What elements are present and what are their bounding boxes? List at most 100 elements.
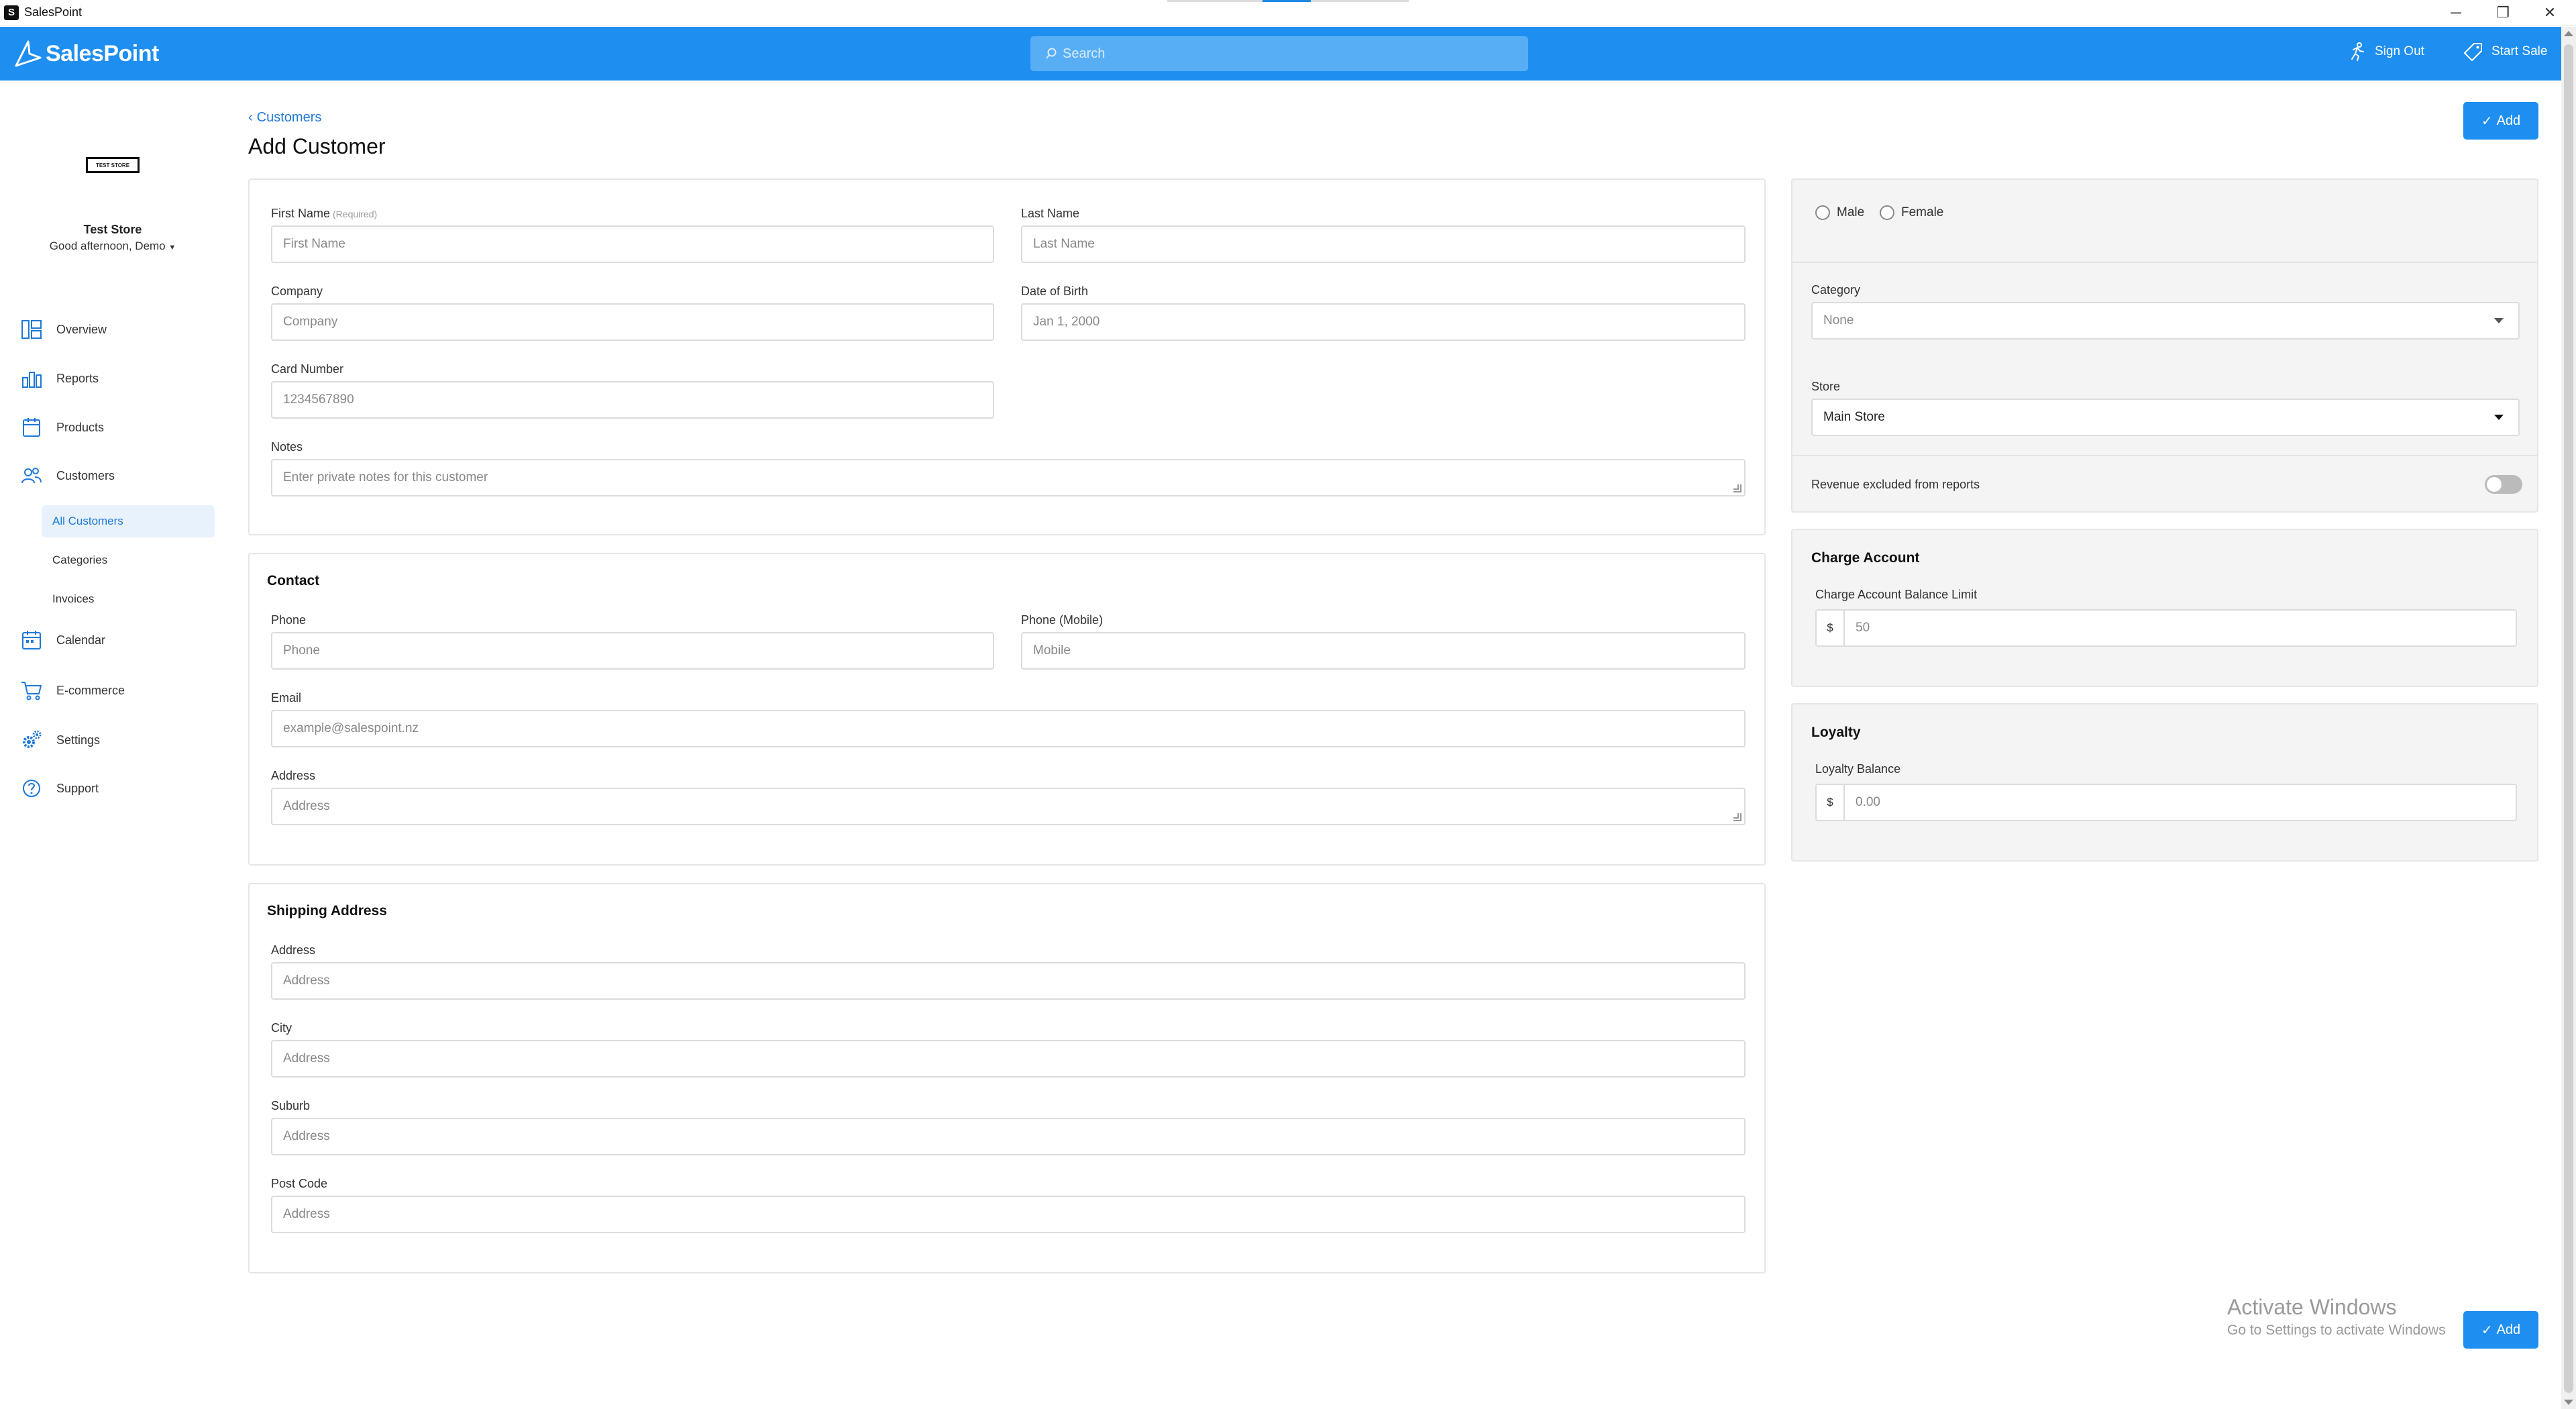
radio-label: Male — [1837, 205, 1865, 219]
overview-icon — [21, 320, 42, 339]
search-icon — [1046, 48, 1057, 59]
gender-female-radio[interactable]: Female — [1880, 205, 1943, 220]
scroll-up-icon[interactable] — [2564, 31, 2573, 36]
notes-label: Notes — [271, 440, 303, 454]
sidebar-item-label: Support — [56, 781, 99, 795]
card-number-input[interactable]: 1234567890 — [271, 381, 994, 419]
sidebar-item-ecommerce[interactable]: E-commerce — [20, 674, 125, 707]
app-icon: S — [4, 5, 19, 20]
minimize-button[interactable]: ─ — [2432, 0, 2479, 25]
radio-circle — [1880, 205, 1894, 220]
company-input[interactable]: Company — [271, 303, 994, 341]
suburb-input[interactable]: Address — [271, 1118, 1746, 1155]
sidebar-item-products[interactable]: Products — [20, 411, 104, 444]
add-button-top[interactable]: ✓ Add — [2463, 102, 2538, 140]
notes-textarea[interactable]: Enter private notes for this customer — [271, 459, 1746, 497]
revenue-excluded-toggle[interactable] — [2485, 475, 2522, 494]
gender-male-radio[interactable]: Male — [1815, 205, 1864, 220]
search-placeholder: Search — [1063, 46, 1106, 61]
charge-account-title: Charge Account — [1811, 550, 1920, 566]
resize-handle-icon[interactable] — [1733, 484, 1741, 492]
reports-icon — [22, 372, 42, 388]
sidebar-item-settings[interactable]: Settings — [20, 723, 100, 757]
check-icon: ✓ — [2481, 113, 2493, 129]
sidebar-item-support[interactable]: Support — [20, 772, 99, 805]
logo-text: SalesPoint — [46, 40, 159, 66]
close-window-button[interactable]: ✕ — [2526, 0, 2573, 25]
subnav-label: Categories — [52, 554, 108, 566]
shipping-address-card: Shipping Address Address Address City Ad… — [248, 883, 1766, 1273]
phone-input[interactable]: Phone — [271, 632, 994, 670]
sidebar-item-customers[interactable]: Customers — [20, 459, 115, 492]
page-title: Add Customer — [248, 134, 386, 158]
sign-out-button[interactable]: Sign Out — [2347, 42, 2424, 62]
add-label: Add — [2496, 1322, 2521, 1337]
charge-limit-input[interactable]: $ 50 — [1815, 609, 2517, 647]
windows-activation-watermark: Activate Windows Go to Settings to activ… — [2227, 1295, 2446, 1339]
store-name: Test Store — [83, 223, 142, 236]
caret-down-icon: ▼ — [168, 244, 176, 252]
chevron-down-icon — [2494, 415, 2504, 420]
customer-details-card: First Name (Required) First Name Last Nam… — [248, 178, 1766, 535]
tag-icon — [2464, 43, 2482, 61]
sidebar-item-reports[interactable]: Reports — [20, 362, 99, 395]
mobile-label: Phone (Mobile) — [1021, 613, 1104, 627]
subnav-categories[interactable]: Categories — [42, 544, 215, 576]
contact-title: Contact — [267, 573, 320, 588]
mobile-input[interactable]: Mobile — [1021, 632, 1746, 670]
sidebar-item-label: Customers — [56, 468, 115, 482]
store-logo: TEST STORE — [86, 157, 140, 173]
sidebar-item-label: Reports — [56, 371, 99, 385]
salespoint-logo-icon — [15, 40, 42, 67]
first-name-input[interactable]: First Name — [271, 225, 994, 263]
address-textarea[interactable]: Address — [271, 788, 1746, 825]
resize-handle-icon[interactable] — [1733, 813, 1741, 821]
app-logo[interactable]: SalesPoint — [13, 39, 159, 68]
first-name-label: First Name (Required) — [271, 207, 378, 220]
loyalty-balance-label: Loyalty Balance — [1815, 762, 1901, 776]
phone-label: Phone — [271, 613, 307, 627]
charge-limit-value: 50 — [1856, 621, 1870, 635]
loyalty-balance-input[interactable]: $ 0.00 — [1815, 784, 2517, 821]
start-sale-button[interactable]: Start Sale — [2463, 42, 2547, 62]
email-label: Email — [271, 691, 302, 704]
sidebar-item-label: Products — [56, 420, 105, 434]
sidebar-item-calendar[interactable]: Calendar — [20, 623, 105, 657]
scrollbar-thumb[interactable] — [2564, 44, 2573, 1393]
store-select[interactable]: Main Store — [1811, 399, 2520, 436]
shipping-title: Shipping Address — [267, 903, 387, 919]
city-input[interactable]: Address — [271, 1040, 1746, 1078]
category-label: Category — [1811, 283, 1861, 297]
sidebar-item-label: E-commerce — [56, 683, 125, 697]
divider — [1792, 455, 2537, 456]
gear-icon — [23, 730, 42, 748]
subnav-invoices[interactable]: Invoices — [42, 583, 215, 615]
postcode-input[interactable]: Address — [271, 1196, 1746, 1233]
check-icon: ✓ — [2481, 1322, 2493, 1338]
last-name-label: Last Name — [1021, 207, 1080, 220]
store-label: Store — [1811, 380, 1841, 393]
last-name-input[interactable]: Last Name — [1021, 225, 1746, 263]
add-button-bottom[interactable]: ✓ Add — [2463, 1311, 2538, 1349]
currency-prefix: $ — [1817, 611, 1845, 645]
search-input[interactable]: Search — [1030, 36, 1528, 71]
scroll-down-icon[interactable] — [2564, 1400, 2573, 1405]
shipping-address-input[interactable]: Address — [271, 962, 1746, 1000]
chevron-down-icon — [2494, 318, 2504, 323]
titlebar-tab-active — [1263, 0, 1311, 2]
loyalty-card: Loyalty Loyalty Balance $ 0.00 — [1791, 703, 2538, 862]
sidebar-item-label: Calendar — [56, 633, 106, 647]
vertical-scrollbar[interactable] — [2561, 27, 2576, 1409]
sidebar-item-overview[interactable]: Overview — [20, 313, 107, 346]
email-input[interactable]: example@salespoint.nz — [271, 710, 1746, 747]
user-menu[interactable]: Good afternoon, Demo ▼ — [0, 240, 225, 253]
category-select[interactable]: None — [1811, 302, 2520, 340]
dob-input[interactable]: Jan 1, 2000 — [1021, 303, 1746, 341]
chevron-left-icon: ‹ — [248, 110, 253, 125]
start-sale-label: Start Sale — [2491, 44, 2548, 58]
watermark-line1: Activate Windows — [2227, 1295, 2397, 1319]
subnav-all-customers[interactable]: All Customers — [42, 505, 215, 537]
breadcrumb-customers-link[interactable]: ‹ Customers — [248, 110, 321, 125]
restore-button[interactable]: ❐ — [2479, 0, 2526, 25]
toggle-knob — [2487, 477, 2502, 492]
